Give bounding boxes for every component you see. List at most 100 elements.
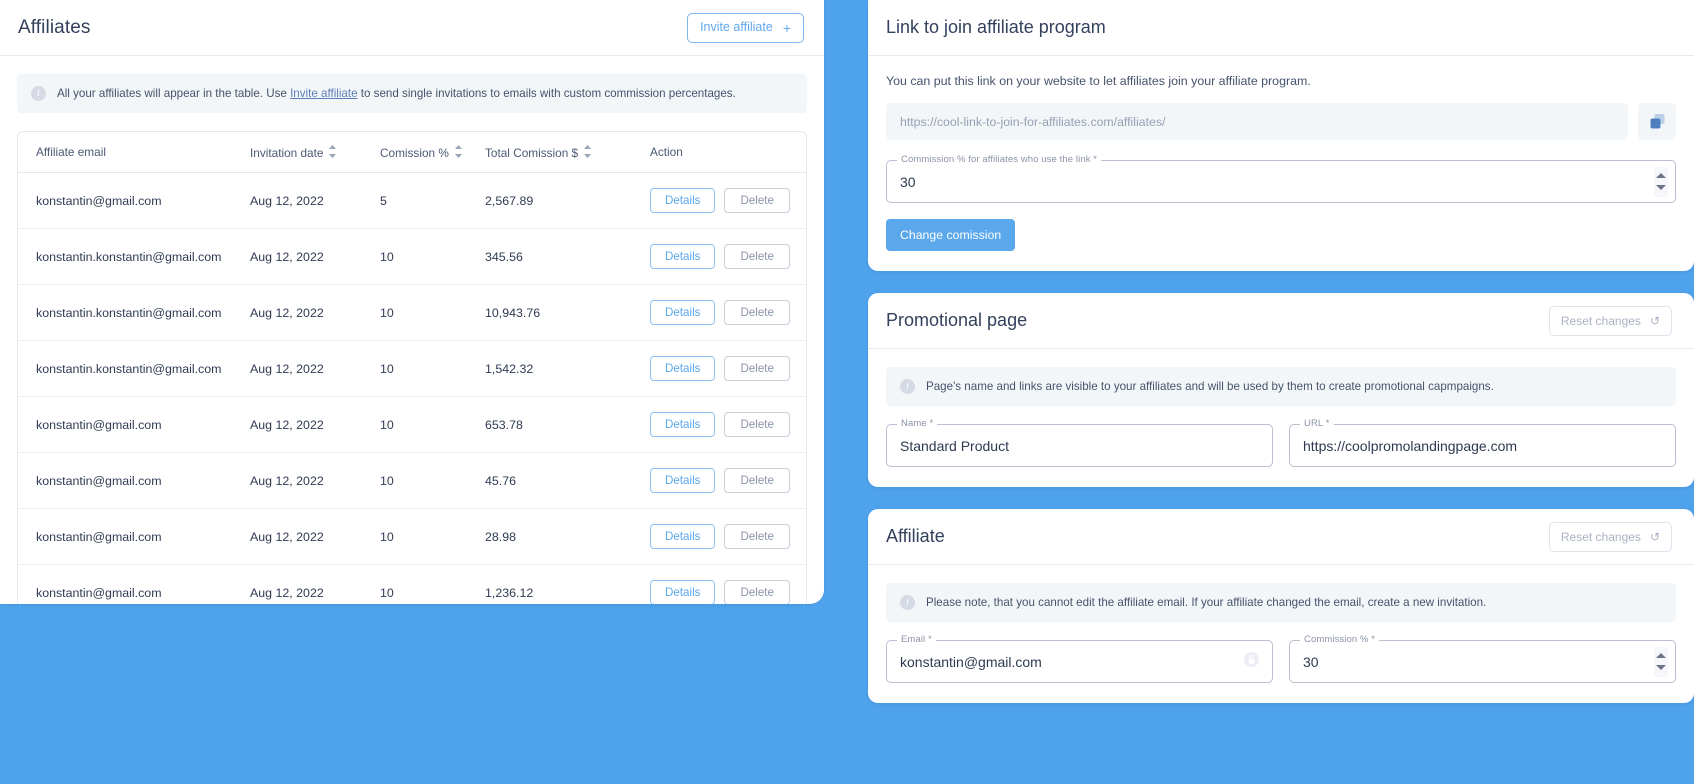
column-label: Affiliate email	[36, 145, 106, 159]
invite-affiliate-button[interactable]: Invite affiliate +	[687, 12, 804, 43]
link-card-title: Link to join affiliate program	[886, 17, 1106, 37]
table-row: konstantin@gmail.com Aug 12, 2022 10 653.78…	[18, 396, 806, 453]
table-row: konstantin.konstantin@gmail.com Aug 12, 2…	[18, 228, 806, 285]
invite-affiliate-link[interactable]: Invite affiliate	[290, 87, 357, 100]
info-text-before: All your affiliates will appear in the t…	[57, 87, 291, 100]
cell-action: Details Delete	[650, 452, 806, 509]
link-to-join-card: Link to join affiliate program You can p…	[868, 0, 1694, 271]
copy-icon	[1650, 114, 1664, 129]
column-label: Total Comission $	[485, 146, 579, 160]
cell-comission-percent: 10	[380, 508, 485, 565]
affiliate-reset-changes-button[interactable]: Reset changes ↺	[1548, 521, 1672, 552]
link-commission-value: 30	[900, 173, 916, 190]
cell-comission-percent: 10	[380, 284, 485, 341]
details-button[interactable]: Details	[650, 356, 716, 381]
affiliate-link-value[interactable]: https://cool-link-to-join-for-affiliates…	[886, 103, 1628, 140]
details-button[interactable]: Details	[650, 188, 716, 213]
details-button[interactable]: Details	[650, 524, 716, 549]
promo-reset-changes-button[interactable]: Reset changes ↺	[1548, 305, 1672, 336]
sort-icon[interactable]	[454, 145, 463, 158]
affiliate-info-banner: i Please note, that you cannot edit the …	[886, 583, 1676, 622]
promo-card-title: Promotional page	[886, 310, 1028, 330]
cell-invitation-date: Aug 12, 2022	[250, 396, 380, 453]
info-icon: i	[31, 86, 46, 101]
app-root: Affiliates Invite affiliate + i All your…	[0, 0, 1694, 784]
affiliates-table-wrapper: Affiliate email Invitation date Comissio…	[17, 131, 807, 604]
cell-total-comission: 1,542.32	[485, 340, 650, 397]
change-comission-button[interactable]: Change comission	[886, 219, 1016, 251]
promo-card-body: i Page's name and links are visible to y…	[868, 349, 1694, 487]
affiliate-info-text: Please note, that you cannot edit the af…	[926, 596, 1487, 609]
cell-invitation-date: Aug 12, 2022	[250, 284, 380, 341]
column-header-total-comission[interactable]: Total Comission $	[485, 132, 650, 173]
cell-comission-percent: 10	[380, 228, 485, 285]
cell-comission-percent: 10	[380, 340, 485, 397]
affiliate-email-value: konstantin@gmail.com	[900, 653, 1042, 670]
number-spinner-icon[interactable]	[1654, 166, 1668, 197]
details-button[interactable]: Details	[650, 580, 716, 604]
details-button[interactable]: Details	[650, 300, 716, 325]
affiliates-info-banner: i All your affiliates will appear in the…	[17, 74, 807, 113]
affiliates-panel: Affiliates Invite affiliate + i All your…	[0, 0, 824, 604]
column-header-invitation-date[interactable]: Invitation date	[250, 132, 380, 173]
affiliate-fields: Email * konstantin@gmail.com Commission …	[886, 634, 1676, 683]
cell-action: Details Delete	[650, 228, 806, 285]
sort-icon[interactable]	[583, 145, 592, 158]
promo-name-field[interactable]: Name * Standard Product	[886, 418, 1273, 467]
cell-affiliate-email: konstantin@gmail.com	[18, 452, 250, 509]
affiliates-header: Affiliates Invite affiliate +	[0, 0, 824, 56]
cell-total-comission: 10,943.76	[485, 284, 650, 341]
details-button[interactable]: Details	[650, 468, 716, 493]
number-spinner-icon[interactable]	[1654, 646, 1668, 677]
delete-button[interactable]: Delete	[724, 300, 790, 325]
delete-button[interactable]: Delete	[724, 412, 790, 437]
cell-total-comission: 1,236.12	[485, 564, 650, 604]
affiliates-table: Affiliate email Invitation date Comissio…	[18, 132, 806, 604]
delete-button[interactable]: Delete	[724, 244, 790, 269]
table-row: konstantin@gmail.com Aug 12, 2022 10 45.76 D…	[18, 452, 806, 509]
right-column: Link to join affiliate program You can p…	[868, 0, 1694, 703]
link-card-header: Link to join affiliate program	[868, 0, 1694, 56]
details-button[interactable]: Details	[650, 244, 716, 269]
plus-icon: +	[782, 19, 791, 36]
promotional-page-card: Promotional page Reset changes ↺ i Page'…	[868, 293, 1694, 487]
cell-comission-percent: 10	[380, 564, 485, 604]
cell-total-comission: 653.78	[485, 396, 650, 453]
cell-action: Details Delete	[650, 396, 806, 453]
table-row: konstantin@gmail.com Aug 12, 2022 10 1,236.…	[18, 564, 806, 604]
copy-link-button[interactable]	[1638, 103, 1676, 140]
sort-icon[interactable]	[328, 145, 337, 158]
cell-total-comission: 345.56	[485, 228, 650, 285]
promo-fields: Name * Standard Product URL * https://co…	[886, 418, 1676, 467]
delete-button[interactable]: Delete	[724, 188, 790, 213]
affiliate-card-title: Affiliate	[886, 526, 945, 546]
affiliate-commission-field[interactable]: Commission % * 30	[1289, 634, 1676, 683]
column-label: Comission %	[380, 146, 449, 160]
details-button[interactable]: Details	[650, 412, 716, 437]
cell-invitation-date: Aug 12, 2022	[250, 564, 380, 604]
cell-total-comission: 45.76	[485, 452, 650, 509]
cell-action: Details Delete	[650, 340, 806, 397]
cell-action: Details Delete	[650, 564, 806, 604]
refresh-icon: ↺	[1649, 529, 1660, 544]
promo-name-label: Name *	[897, 418, 938, 429]
link-helper-text: You can put this link on your website to…	[886, 74, 1311, 88]
page-title: Affiliates	[18, 16, 91, 38]
delete-button[interactable]: Delete	[724, 524, 790, 549]
delete-button[interactable]: Delete	[724, 468, 790, 493]
promo-info-banner: i Page's name and links are visible to y…	[886, 367, 1676, 406]
table-header-row: Affiliate email Invitation date Comissio…	[18, 132, 806, 173]
column-label: Action	[650, 145, 683, 159]
affiliate-reset-label: Reset changes	[1560, 529, 1641, 544]
table-row: konstantin.konstantin@gmail.com Aug 12, 2…	[18, 284, 806, 341]
affiliate-email-field: Email * konstantin@gmail.com	[886, 634, 1273, 683]
cell-invitation-date: Aug 12, 2022	[250, 228, 380, 285]
column-header-comission-percent[interactable]: Comission %	[380, 132, 485, 173]
link-commission-label: Commission % for affiliates who use the …	[897, 154, 1102, 165]
link-commission-field[interactable]: Commission % for affiliates who use the …	[886, 154, 1676, 203]
promo-url-field[interactable]: URL * https://coolpromolandingpage.com	[1289, 418, 1676, 467]
table-body: konstantin@gmail.com Aug 12, 2022 5 2,567.8…	[18, 172, 806, 604]
column-header-action: Action	[650, 132, 806, 173]
delete-button[interactable]: Delete	[724, 580, 790, 604]
delete-button[interactable]: Delete	[724, 356, 790, 381]
